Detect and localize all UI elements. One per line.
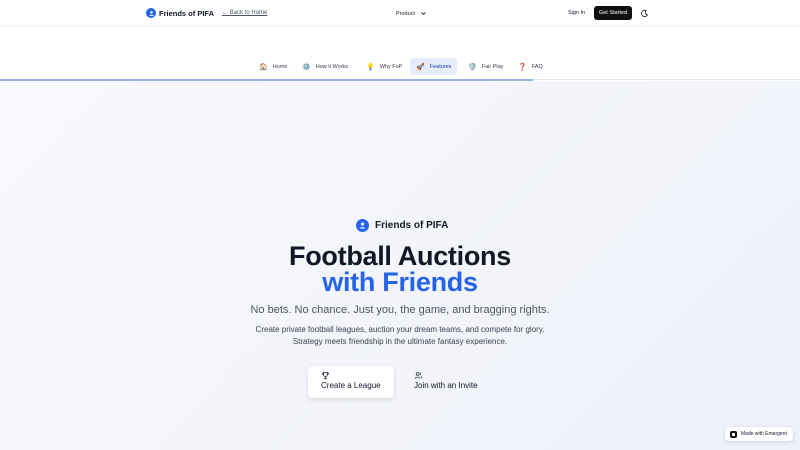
tab-label: FAQ xyxy=(531,63,543,70)
tab-why-fop[interactable]: 💡 Why FoP xyxy=(360,58,408,75)
tab-features[interactable]: 🚀 Features xyxy=(410,58,458,75)
tab-label: Why FoP xyxy=(379,63,403,70)
sign-in-button[interactable]: Sign In xyxy=(568,10,585,16)
tab-home[interactable]: 🏠 Home xyxy=(253,58,293,75)
moon-icon[interactable] xyxy=(640,9,649,18)
lightbulb-icon: 💡 xyxy=(366,63,375,71)
users-icon xyxy=(356,219,369,232)
emergent-logo-icon xyxy=(730,430,737,438)
create-league-button[interactable]: Create a League xyxy=(308,366,394,398)
tab-label: Home xyxy=(272,63,288,70)
hero-brand-name: Friends of PIFA xyxy=(375,220,449,231)
product-menu[interactable]: Product xyxy=(396,10,427,17)
join-invite-label: Join with an Invite xyxy=(414,381,478,390)
create-league-label: Create a League xyxy=(321,381,381,390)
tab-faq[interactable]: ❓ FAQ xyxy=(512,58,549,75)
hero-description: Create private football leagues, auction… xyxy=(255,325,545,346)
hero-tagline: No bets. No chance. Just you, the game, … xyxy=(250,304,550,316)
home-icon: 🏠 xyxy=(259,63,268,71)
made-with-emergent-badge[interactable]: Made with Emergent xyxy=(725,427,793,441)
headline-line-2: with Friends xyxy=(322,267,478,297)
get-started-button[interactable]: Get Started xyxy=(594,6,632,20)
shield-icon: 🛡️ xyxy=(468,63,477,71)
tab-how-it-works[interactable]: ⚙️ How it Works xyxy=(296,58,354,75)
brand-link[interactable]: Friends of PIFA ← Back to Home xyxy=(146,8,267,18)
top-header: Friends of PIFA ← Back to Home Product S… xyxy=(0,0,800,27)
tab-fair-play[interactable]: 🛡️ Fair Play xyxy=(462,58,509,75)
product-menu-label: Product xyxy=(396,10,415,17)
back-to-home-link[interactable]: ← Back to Home xyxy=(222,10,267,16)
question-icon: ❓ xyxy=(518,63,527,71)
join-invite-button[interactable]: Join with an Invite xyxy=(404,366,494,398)
made-with-label: Made with Emergent xyxy=(741,431,787,437)
users-icon xyxy=(146,8,156,18)
tab-label: How it Works xyxy=(315,63,349,70)
hero-brand: Friends of PIFA xyxy=(356,219,448,232)
tab-label: Fair Play xyxy=(481,63,504,70)
chevron-down-icon xyxy=(421,12,426,15)
divider xyxy=(533,79,800,80)
gear-icon: ⚙️ xyxy=(302,63,311,71)
users-icon xyxy=(414,372,423,379)
trophy-icon xyxy=(322,371,329,380)
brand-name: Friends of PIFA xyxy=(159,8,215,18)
section-nav: 🏠 Home ⚙️ How it Works 💡 Why FoP 🚀 Featu… xyxy=(0,58,800,77)
tab-label: Features xyxy=(429,63,452,70)
rocket-icon: 🚀 xyxy=(416,63,425,71)
